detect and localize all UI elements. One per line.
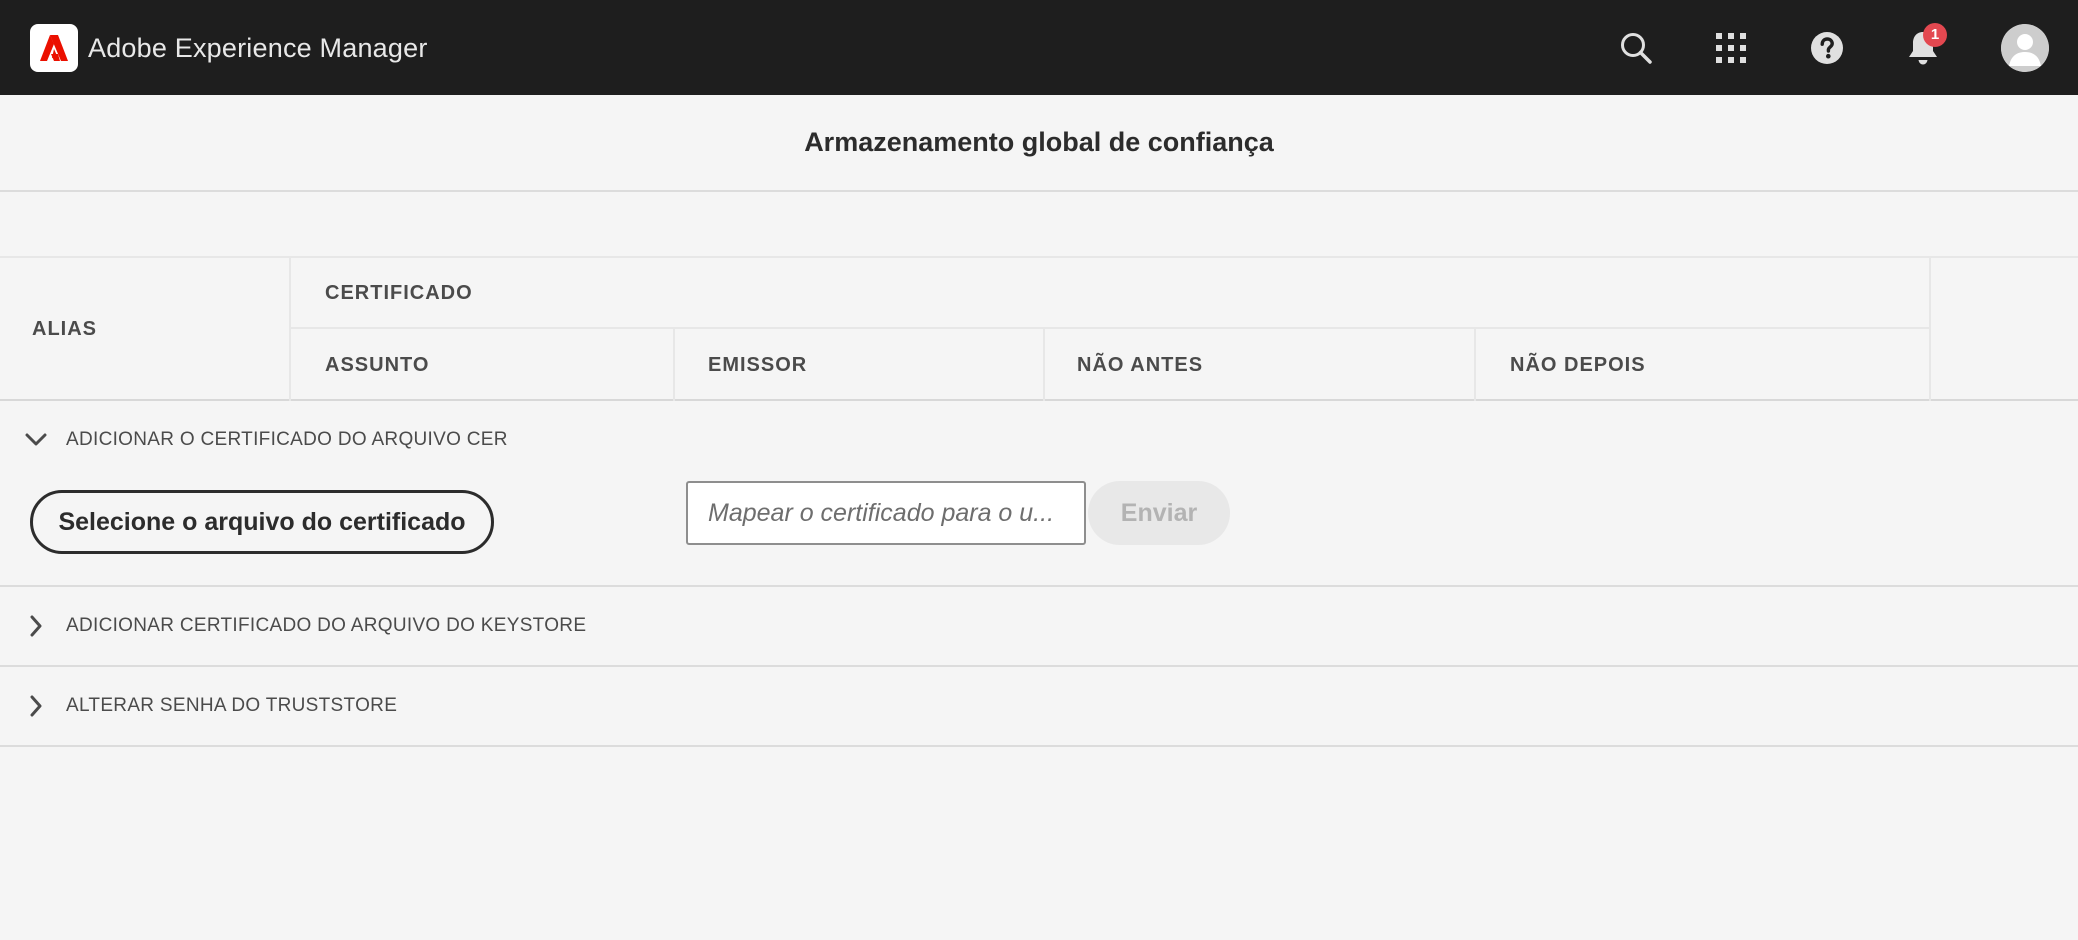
- bell-icon[interactable]: 1: [1899, 23, 1947, 72]
- accordion-label: ADICIONAR O CERTIFICADO DO ARQUIVO CER: [66, 429, 508, 450]
- apps-grid-icon[interactable]: [1707, 24, 1755, 72]
- user-avatar[interactable]: [2001, 24, 2049, 72]
- chevron-right-icon: [24, 614, 48, 638]
- map-certificate-user-input[interactable]: [686, 481, 1086, 545]
- column-header-not-after[interactable]: NÃO DEPOIS: [1510, 329, 1646, 401]
- accordion-header-keystore-file[interactable]: ADICIONAR CERTIFICADO DO ARQUIVO DO KEYS…: [0, 587, 2078, 665]
- column-header-alias[interactable]: ALIAS: [32, 258, 97, 401]
- help-icon[interactable]: [1803, 24, 1851, 72]
- accordion-label: ADICIONAR CERTIFICADO DO ARQUIVO DO KEYS…: [66, 615, 587, 636]
- accordion-header-change-password[interactable]: ALTERAR SENHA DO TRUSTSTORE: [0, 667, 2078, 745]
- accordion-item-keystore-file: ADICIONAR CERTIFICADO DO ARQUIVO DO KEYS…: [0, 587, 2078, 667]
- accordion-label: ALTERAR SENHA DO TRUSTSTORE: [66, 695, 398, 716]
- accordion-item-cer-file: ADICIONAR O CERTIFICADO DO ARQUIVO CER S…: [0, 401, 2078, 587]
- accordion-item-change-password: ALTERAR SENHA DO TRUSTSTORE: [0, 667, 2078, 747]
- title-bar: Armazenamento global de confiança: [0, 95, 2078, 192]
- select-certificate-file-button[interactable]: Selecione o arquivo do certificado: [30, 490, 494, 554]
- column-group-certificate: CERTIFICADO: [325, 281, 473, 304]
- shell-header: Adobe Experience Manager 1: [0, 0, 2078, 95]
- chevron-right-icon: [24, 694, 48, 718]
- column-header-not-before[interactable]: NÃO ANTES: [1077, 329, 1203, 401]
- certificates-table-header: ALIAS CERTIFICADO ASSUNTO EMISSOR NÃO AN…: [0, 256, 2078, 401]
- chevron-down-icon: [24, 428, 48, 452]
- app-title: Adobe Experience Manager: [88, 32, 428, 63]
- column-header-subject[interactable]: ASSUNTO: [325, 329, 429, 401]
- brand[interactable]: Adobe Experience Manager: [30, 24, 428, 72]
- notification-badge: 1: [1923, 23, 1947, 47]
- adobe-logo-icon: [30, 24, 78, 72]
- accordion-header-cer-file[interactable]: ADICIONAR O CERTIFICADO DO ARQUIVO CER: [0, 401, 2078, 479]
- search-icon[interactable]: [1612, 24, 1660, 72]
- page-title: Armazenamento global de confiança: [804, 127, 1274, 157]
- submit-button[interactable]: Enviar: [1088, 481, 1230, 545]
- column-header-issuer[interactable]: EMISSOR: [708, 329, 807, 401]
